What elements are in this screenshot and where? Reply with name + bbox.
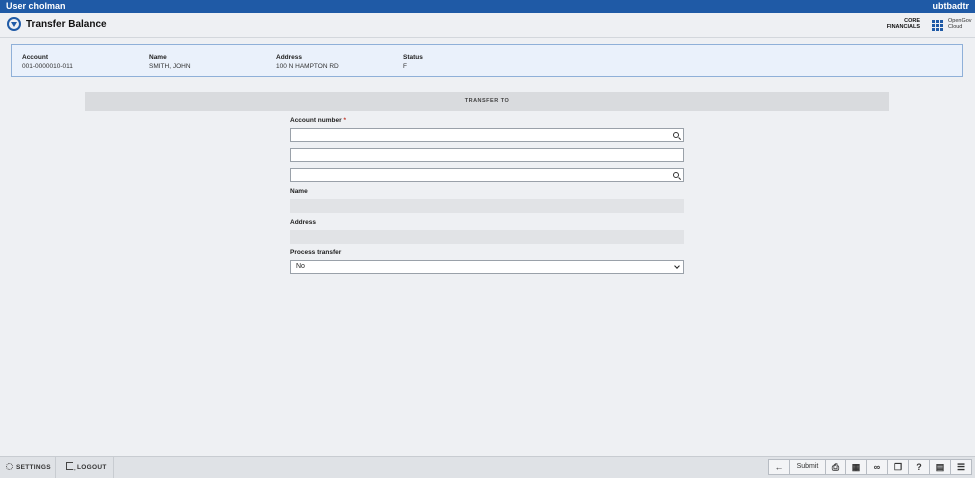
user-label: User cholman [6,1,66,11]
windows-icon: ❐ [893,462,903,472]
grid-icon: ▦ [851,462,861,472]
help-icon: ? [916,462,922,472]
summary-status-value: F [403,63,407,70]
name-readonly-field [290,199,684,213]
summary-name-value: SMITH, JOHN [149,63,191,70]
top-bar: User cholman ubtbadtr [0,0,975,13]
summary-account-value: 001-0000010-011 [22,63,73,70]
calendar-button[interactable]: ▤ [930,460,951,474]
summary-address: Address 100 N HAMPTON RD [276,53,339,71]
title-bar: Transfer Balance CORE FINANCIALS OpenGov… [0,13,975,38]
summary-status: Status F [403,53,423,71]
logout-label: LOGOUT [77,464,107,471]
process-transfer-label: Process transfer [290,249,342,256]
gear-icon [6,463,13,470]
logout-button[interactable]: LOGOUT [66,457,107,478]
windows-button[interactable]: ❐ [888,460,909,474]
page-title: Transfer Balance [26,19,107,30]
apps-grid-icon[interactable] [932,20,943,31]
tree-button[interactable]: ☰ [951,460,971,474]
account-number-label: Account number * [290,117,346,124]
summary-status-label: Status [403,54,423,61]
logout-icon [66,459,77,478]
search-icon [673,172,679,178]
transfer-to-header: TRANSFER TO [85,92,889,111]
name-label: Name [290,188,308,195]
back-button[interactable]: ← [769,460,790,474]
brand-logo: OpenGov Cloud [948,18,972,30]
submit-label: Submit [796,463,819,470]
binoculars-icon: ∞ [873,462,881,472]
account-lookup-input[interactable] [290,168,670,182]
required-mark: * [343,117,346,124]
summary-address-value: 100 N HAMPTON RD [276,63,339,70]
summary-name: Name SMITH, JOHN [149,53,191,71]
product-line2: FINANCIALS [886,24,920,30]
help-button[interactable]: ? [909,460,930,474]
process-transfer-value: No [296,263,305,270]
back-arrow-icon: ← [774,462,784,472]
screen-code: ubtbadtr [932,1,970,11]
account-search-button[interactable] [669,128,684,142]
summary-address-label: Address [276,54,303,61]
submit-button[interactable]: Submit [790,460,826,474]
settings-button[interactable]: SETTINGS [6,457,51,478]
product-label: CORE FINANCIALS [880,18,920,30]
account-secondary-input[interactable] [290,148,684,162]
lookup-button[interactable]: ∞ [867,460,888,474]
summary-name-label: Name [149,54,167,61]
action-toolbar: ← Submit ⎙ ▦ ∞ ❐ ? ▤ ☰ [768,459,972,475]
summary-account: Account 001-0000010-011 [22,53,73,71]
account-lookup-search-button[interactable] [669,168,684,182]
brand-line2: Cloud [948,24,963,30]
process-transfer-select[interactable]: No [290,260,684,274]
account-summary-panel: Account 001-0000010-011 Name SMITH, JOHN… [11,44,963,77]
settings-label: SETTINGS [16,464,51,471]
print-icon: ⎙ [831,462,840,472]
footer-divider [113,457,114,478]
address-label: Address [290,219,317,226]
chevron-down-icon [674,263,680,269]
calendar-icon: ▤ [935,462,945,472]
search-icon [673,132,679,138]
account-number-label-text: Account number [290,117,342,124]
summary-account-label: Account [22,54,48,61]
print-button[interactable]: ⎙ [826,460,846,474]
account-number-input[interactable] [290,128,670,142]
menu-dropdown-icon[interactable] [7,17,21,31]
tree-icon: ☰ [956,462,966,472]
address-readonly-field [290,230,684,244]
grid-view-button[interactable]: ▦ [846,460,867,474]
footer-divider [55,457,56,478]
